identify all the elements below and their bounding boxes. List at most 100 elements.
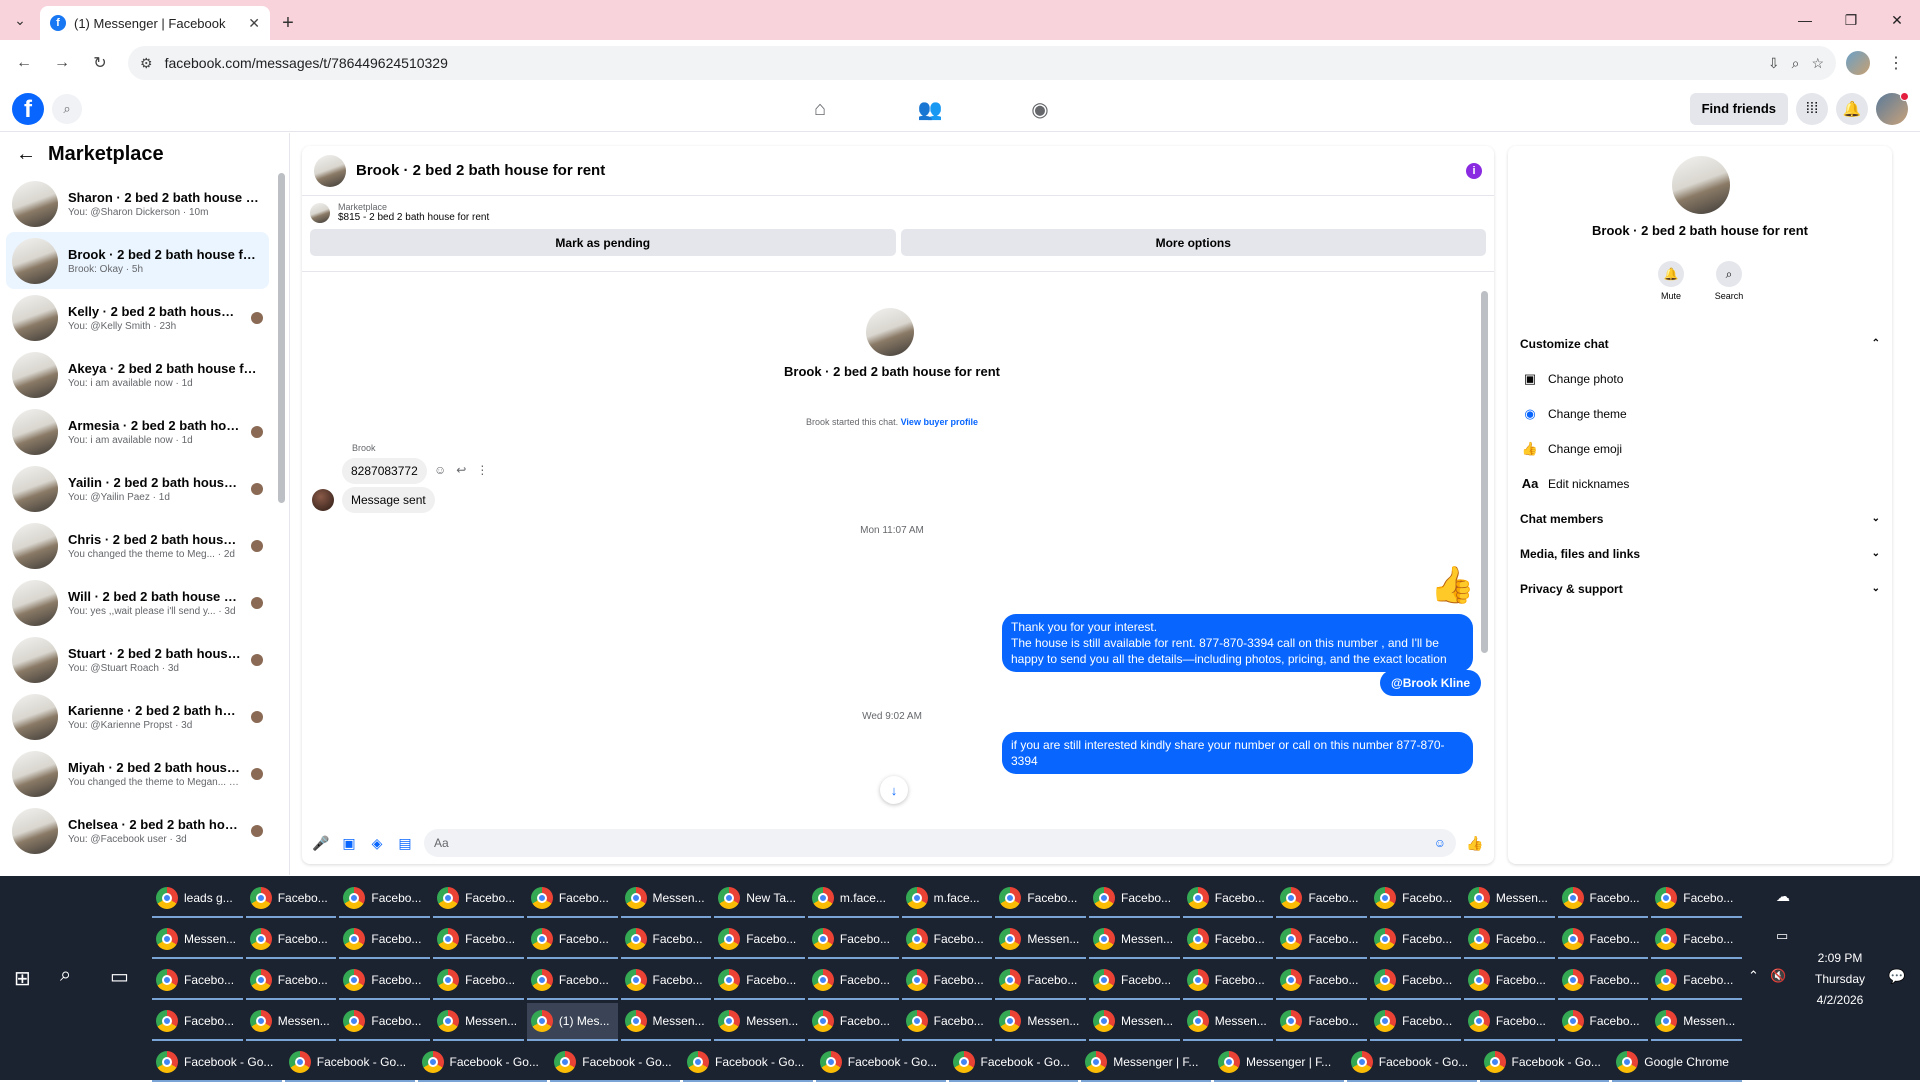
taskbar-window-button[interactable]: Facebo... xyxy=(1463,1003,1555,1041)
conversation-item[interactable]: Brook · 2 bed 2 bath house for r... Brook… xyxy=(6,232,269,289)
conversation-item[interactable]: Akeya · 2 bed 2 bath house for ... You: i… xyxy=(6,346,269,403)
incoming-message[interactable]: Message sent xyxy=(342,487,435,513)
conversation-item[interactable]: Sharon · 2 bed 2 bath house for... You: @… xyxy=(6,175,269,232)
taskbar-window-button[interactable]: Messenger | F... xyxy=(1081,1044,1211,1082)
taskbar-window-button[interactable]: Facebo... xyxy=(152,1003,243,1041)
chat-members-section[interactable]: Chat members ⌄ xyxy=(1520,501,1880,536)
chat-avatar[interactable] xyxy=(314,154,346,187)
facebook-logo-icon[interactable]: f xyxy=(12,92,44,125)
taskbar-window-button[interactable]: Messen... xyxy=(995,921,1087,959)
taskbar-window-button[interactable]: Facebo... xyxy=(1651,880,1742,918)
listing-row[interactable]: Marketplace $815 - 2 bed 2 bath house fo… xyxy=(310,202,1486,223)
taskbar-window-button[interactable]: Facebo... xyxy=(620,962,712,1000)
conversation-item[interactable]: Miyah · 2 bed 2 bath house for ...You ch… xyxy=(6,745,269,802)
tab-search-chevron-icon[interactable]: ⌄ xyxy=(0,0,40,40)
taskbar-window-button[interactable]: Messenger | F... xyxy=(1214,1044,1344,1082)
taskbar-window-button[interactable]: m.face... xyxy=(807,880,899,918)
site-settings-icon[interactable]: ⚙ xyxy=(140,55,153,72)
search-icon[interactable]: ⌕ xyxy=(52,93,82,124)
taskbar-window-button[interactable]: Facebo... xyxy=(1276,921,1368,959)
taskbar-window-button[interactable]: Messen... xyxy=(433,1003,524,1041)
taskbar-window-button[interactable]: Facebo... xyxy=(807,962,899,1000)
notifications-bell-icon[interactable]: 🔔 xyxy=(1836,92,1868,125)
microphone-icon[interactable]: 🎤 xyxy=(312,835,330,852)
taskbar-window-button[interactable]: Messen... xyxy=(1089,1003,1180,1041)
taskbar-window-button[interactable]: Facebo... xyxy=(1557,962,1649,1000)
taskbar-window-button[interactable]: Facebo... xyxy=(620,921,712,959)
taskbar-window-button[interactable]: Facebo... xyxy=(433,880,524,918)
back-arrow-icon[interactable]: ← xyxy=(16,143,36,166)
media-files-section[interactable]: Media, files and links ⌄ xyxy=(1520,536,1880,571)
taskbar-window-button[interactable]: m.face... xyxy=(901,880,993,918)
taskbar-window-button[interactable]: Facebook - Go... xyxy=(1479,1044,1610,1082)
conversation-item[interactable]: Chris · 2 bed 2 bath house for...You cha… xyxy=(6,517,269,574)
taskbar-window-button[interactable]: Facebo... xyxy=(995,962,1087,1000)
photo-icon[interactable]: ▣ xyxy=(340,835,358,852)
task-view-icon[interactable]: ▭ xyxy=(110,964,129,989)
taskbar-window-button[interactable]: Facebo... xyxy=(1651,921,1742,959)
home-icon[interactable]: ⌂ xyxy=(800,98,840,121)
taskbar-window-button[interactable]: Facebook - Go... xyxy=(152,1044,282,1082)
minimize-icon[interactable]: — xyxy=(1782,0,1828,40)
taskbar-window-button[interactable]: Facebo... xyxy=(152,962,243,1000)
more-options-button[interactable]: More options xyxy=(900,229,1486,256)
conversation-item[interactable]: Will · 2 bed 2 bath house for ... You: ye… xyxy=(6,574,269,631)
conversation-item[interactable]: Armesia · 2 bed 2 bath house... You: i am… xyxy=(6,403,269,460)
install-app-icon[interactable]: ⇩ xyxy=(1768,55,1780,72)
restore-icon[interactable]: ❐ xyxy=(1828,0,1874,40)
mute-button[interactable]: 🔔 Mute xyxy=(1655,261,1687,301)
notification-center-icon[interactable]: 💬 xyxy=(1888,968,1905,985)
taskbar-window-button[interactable]: Facebo... xyxy=(807,1003,899,1041)
taskbar-window-button[interactable]: Facebo... xyxy=(1557,1003,1649,1041)
taskbar-window-button[interactable]: Messen... xyxy=(620,1003,712,1041)
taskbar-window-button[interactable]: Facebo... xyxy=(901,962,993,1000)
search-button[interactable]: ⌕ Search xyxy=(1713,261,1745,301)
taskbar-window-button[interactable]: Facebook - Go... xyxy=(417,1044,548,1082)
gif-icon[interactable]: ▤ xyxy=(396,835,414,852)
taskbar-window-button[interactable]: Messen... xyxy=(152,921,243,959)
conversation-scrollbar[interactable] xyxy=(278,173,285,503)
zoom-icon[interactable]: ⌕ xyxy=(1792,55,1800,72)
taskbar-window-button[interactable]: New Ta... xyxy=(714,880,805,918)
mark-as-pending-button[interactable]: Mark as pending xyxy=(310,229,896,256)
taskbar-window-button[interactable]: Facebo... xyxy=(526,962,618,1000)
conversation-item[interactable]: Chelsea · 2 bed 2 bath house fo...You: @… xyxy=(6,802,269,859)
taskbar-window-button[interactable]: Facebo... xyxy=(245,880,337,918)
sticker-icon[interactable]: ◈ xyxy=(368,835,386,852)
weather-cloud-icon[interactable]: ☁ xyxy=(1776,888,1790,905)
taskbar-window-button[interactable]: Facebo... xyxy=(245,921,337,959)
sender-avatar[interactable] xyxy=(312,489,334,511)
chat-title[interactable]: Brook · 2 bed 2 bath house for rent xyxy=(356,162,1456,179)
change-emoji-item[interactable]: 👍 Change emoji xyxy=(1520,431,1880,466)
taskbar-window-button[interactable]: Facebo... xyxy=(995,880,1087,918)
taskbar-window-button[interactable]: Messen... xyxy=(1463,880,1555,918)
taskbar-window-button[interactable]: Messen... xyxy=(245,1003,337,1041)
taskbar-window-button[interactable]: Facebo... xyxy=(339,880,431,918)
thumbs-up-send-icon[interactable]: 👍 xyxy=(1466,835,1484,852)
chevron-up-icon[interactable]: ⌃ xyxy=(1748,968,1759,984)
scroll-to-bottom-icon[interactable]: ↓ xyxy=(880,776,908,804)
taskbar-window-button[interactable]: Facebo... xyxy=(1089,962,1180,1000)
conversation-item[interactable]: Kelly · 2 bed 2 bath house for... You: @K… xyxy=(6,289,269,346)
customize-chat-section[interactable]: Customize chat ⌃ xyxy=(1520,326,1880,361)
volume-muted-icon[interactable]: 🔇 xyxy=(1770,968,1786,984)
taskbar-window-button[interactable]: Facebo... xyxy=(526,880,618,918)
taskbar-window-button[interactable]: Messen... xyxy=(995,1003,1087,1041)
conversation-item[interactable]: Yailin · 2 bed 2 bath house fo... You: @Y… xyxy=(6,460,269,517)
more-icon[interactable]: ⋮ xyxy=(476,463,488,477)
edit-nicknames-item[interactable]: Aa Edit nicknames xyxy=(1520,466,1880,501)
taskbar-window-button[interactable]: Facebo... xyxy=(433,921,524,959)
taskbar-window-button[interactable]: Facebo... xyxy=(339,962,431,1000)
taskbar-window-button[interactable]: Facebo... xyxy=(245,962,337,1000)
taskbar-window-button[interactable]: Messen... xyxy=(1182,1003,1274,1041)
taskbar-window-button[interactable]: Facebo... xyxy=(901,921,993,959)
groups-icon[interactable]: ◉ xyxy=(1020,97,1060,122)
taskbar-window-button[interactable]: Messen... xyxy=(1651,1003,1742,1041)
view-buyer-profile-link[interactable]: View buyer profile xyxy=(901,417,978,427)
taskbar-window-button[interactable]: Facebo... xyxy=(1463,921,1555,959)
taskbar-window-button[interactable]: Facebo... xyxy=(339,1003,431,1041)
react-emoji-icon[interactable]: ☺ xyxy=(434,463,446,477)
clock[interactable]: 2:09 PM Thursday 4/2/2026 xyxy=(1800,948,1880,1011)
close-tab-icon[interactable]: ✕ xyxy=(248,15,260,32)
forward-arrow-icon[interactable]: → xyxy=(46,47,78,79)
